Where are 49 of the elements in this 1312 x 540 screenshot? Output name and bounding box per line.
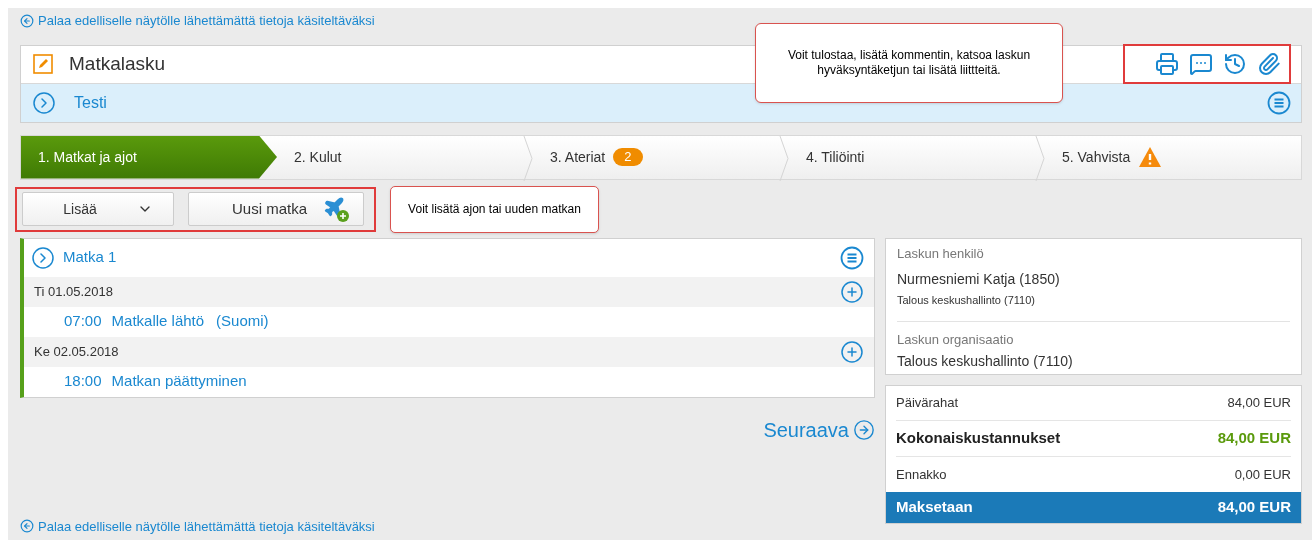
warning-icon: [1138, 146, 1163, 168]
comment-icon[interactable]: [1189, 52, 1213, 76]
expand-icon[interactable]: [31, 245, 55, 270]
event-time: 18:00: [64, 371, 102, 392]
event-label[interactable]: Matkalle lähtö: [111, 310, 205, 333]
event-time: 07:00: [64, 311, 102, 332]
subtitle: Testi: [74, 92, 107, 113]
summary-amount: 84,00 EUR: [1217, 428, 1291, 449]
add-icon[interactable]: [840, 339, 864, 364]
print-icon[interactable]: [1155, 52, 1179, 76]
history-icon[interactable]: [1223, 52, 1247, 76]
plane-add-icon: [323, 196, 349, 222]
event-label[interactable]: Matkan päättyminen: [111, 370, 247, 393]
add-icon[interactable]: [840, 279, 864, 304]
wizard-step[interactable]: 1. Matkat ja ajot: [21, 135, 277, 179]
callout: Voit tulostaa, lisätä kommentin, katsoa laskun hyväksyntäketjun tai lisätä liittteitä.: [755, 23, 1063, 103]
wizard-step[interactable]: 5. Vahvista: [1045, 135, 1301, 179]
event-country: (Suomi): [216, 311, 269, 332]
menu-icon[interactable]: [1267, 90, 1291, 115]
day-date: Ti 01.05.2018: [34, 282, 114, 301]
page-title: Matkalasku: [69, 51, 166, 76]
summary-amount: 84,00 EUR: [1227, 394, 1291, 413]
next-link[interactable]: Seuraava: [763, 414, 875, 445]
summary-label: Ennakko: [896, 465, 947, 484]
person-unit: Talous keskushallinto (7110): [897, 292, 1290, 322]
field-label: Laskun organisaatio: [897, 330, 1015, 349]
add-dropdown[interactable]: Lisää: [22, 192, 174, 226]
summary-label: Päivärahat: [896, 394, 959, 413]
field-label: Laskun henkilö: [897, 244, 985, 263]
back-link[interactable]: Palaa edelliselle näytölle lähettämättä tietoja käsiteltäväksi: [20, 516, 375, 536]
person-name: Nurmesniemi Katja (1850): [897, 270, 1061, 289]
summary-amount: 0,00 EUR: [1234, 465, 1291, 484]
organisation-name: Talous keskushallinto (7110): [897, 352, 1074, 371]
summary-label: Kokonaiskustannukset: [896, 428, 1061, 449]
wizard-step[interactable]: 2. Kulut: [277, 135, 533, 179]
back-link[interactable]: Palaa edelliselle näytölle lähettämättä tietoja käsiteltäväksi: [20, 11, 375, 31]
new-trip-button[interactable]: Uusi matka: [188, 192, 364, 226]
menu-icon[interactable]: [840, 245, 864, 270]
expand-icon[interactable]: [32, 90, 56, 115]
count-badge: 2: [613, 148, 643, 166]
day-date: Ke 02.05.2018: [34, 342, 119, 361]
summary-amount: 84,00 EUR: [1217, 497, 1291, 518]
pencil-icon: [33, 54, 53, 74]
wizard-step[interactable]: 4. Tiliöinti: [789, 135, 1045, 179]
callout: Voit lisätä ajon tai uuden matkan: [390, 185, 599, 233]
paperclip-icon[interactable]: [1257, 52, 1281, 76]
trip-title[interactable]: Matka 1: [63, 246, 117, 269]
wizard-step[interactable]: 3. Ateriat 2: [533, 135, 789, 179]
summary-label: Maksetaan: [896, 497, 973, 518]
